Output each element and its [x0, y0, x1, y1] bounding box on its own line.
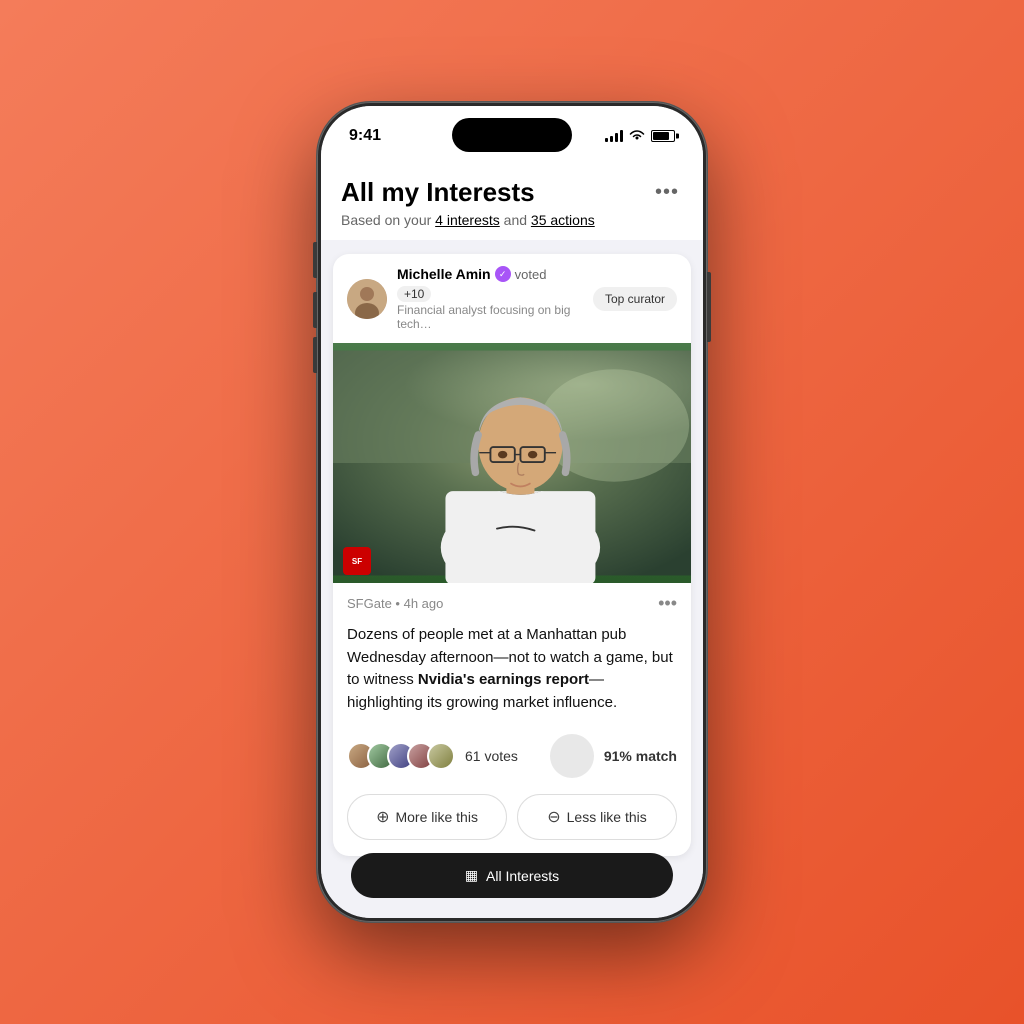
subtitle-middle: and	[500, 212, 531, 228]
top-curator-badge: Top curator	[593, 287, 677, 311]
voter-avatar	[427, 742, 455, 770]
bottom-bar-icon: ▦	[465, 867, 478, 884]
phone-frame: 9:41	[317, 102, 707, 922]
more-dots-icon: •••	[655, 181, 679, 204]
voted-text: voted	[515, 267, 547, 282]
subtitle: Based on your 4 interests and 35 actions	[341, 212, 683, 228]
wifi-icon	[629, 129, 645, 144]
votes-count: 61 votes	[465, 748, 518, 764]
more-options-button[interactable]: •••	[651, 176, 683, 208]
bottom-bar-label: All Interests	[486, 868, 559, 884]
less-like-this-label: Less like this	[567, 809, 647, 825]
more-like-this-label: More like this	[395, 809, 477, 825]
more-like-this-button[interactable]: ⊕ More like this	[347, 794, 507, 840]
curator-name: Michelle Amin	[397, 266, 491, 282]
less-like-this-button[interactable]: ⊖ Less like this	[517, 794, 677, 840]
less-like-this-icon: ⊖	[547, 807, 560, 827]
content-area: All my Interests ••• Based on your 4 int…	[321, 160, 703, 918]
verified-badge: ✓	[495, 266, 511, 282]
vote-count-badge: +10	[397, 286, 431, 302]
battery-icon	[651, 130, 675, 142]
article-card: Michelle Amin ✓ voted +10 Financial anal…	[333, 254, 691, 856]
voter-avatars	[347, 742, 455, 770]
page-header: All my Interests ••• Based on your 4 int…	[321, 160, 703, 240]
bottom-tab-bar[interactable]: ▦ All Interests	[351, 853, 673, 898]
status-time: 9:41	[349, 127, 381, 145]
article-meta: SFGate • 4h ago •••	[333, 583, 691, 620]
article-image: SF	[333, 343, 691, 583]
action-buttons: ⊕ More like this ⊖ Less like this	[333, 790, 691, 856]
avatar	[347, 279, 387, 319]
dynamic-island	[452, 118, 572, 152]
more-like-this-icon: ⊕	[376, 807, 389, 827]
article-source: SFGate • 4h ago	[347, 596, 443, 611]
match-circle	[550, 734, 594, 778]
curator-description: Financial analyst focusing on big tech…	[397, 303, 583, 331]
match-percentage: 91% match	[604, 748, 677, 764]
curator-info: Michelle Amin ✓ voted +10 Financial anal…	[397, 266, 583, 331]
status-icons	[605, 129, 675, 144]
subtitle-prefix: Based on your	[341, 212, 435, 228]
interests-link[interactable]: 4 interests	[435, 212, 500, 228]
actions-link[interactable]: 35 actions	[531, 212, 595, 228]
phone-screen: 9:41	[321, 106, 703, 918]
curator-row: Michelle Amin ✓ voted +10 Financial anal…	[333, 254, 691, 343]
source-watermark: SF	[343, 547, 371, 575]
signal-icon	[605, 130, 623, 142]
votes-row: 61 votes 91% match	[333, 726, 691, 790]
page-title: All my Interests	[341, 177, 535, 208]
article-more-button[interactable]: •••	[658, 593, 677, 614]
article-body: Dozens of people met at a Manhattan pub …	[333, 620, 691, 726]
